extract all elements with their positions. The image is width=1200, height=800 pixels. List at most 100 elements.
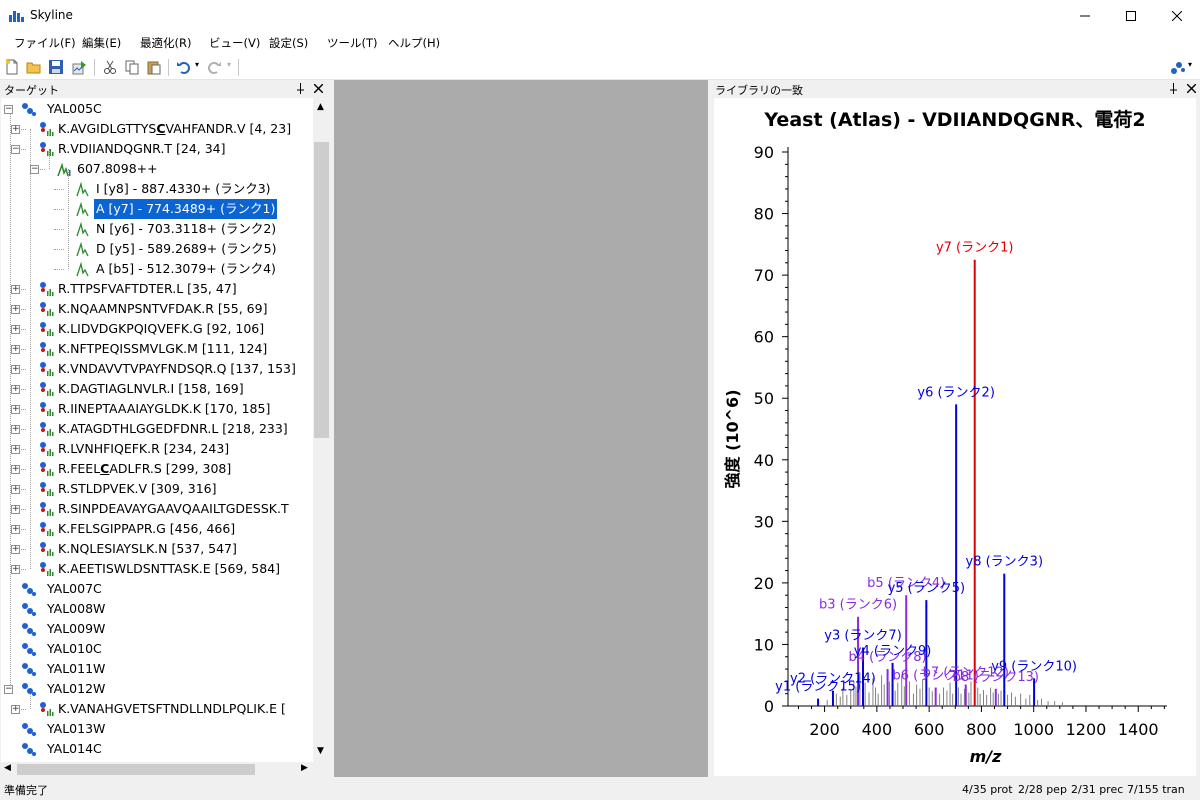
tree-node-label: R.TTPSFVAFTDTER.L [35, 47] xyxy=(56,279,239,299)
scroll-down-icon[interactable]: ▼ xyxy=(317,746,324,756)
open-folder-icon[interactable] xyxy=(26,59,42,75)
menu-settings[interactable]: 設定(S) xyxy=(269,35,308,51)
expand-icon[interactable]: + xyxy=(11,125,20,134)
peak-label: b3 (ランク6) xyxy=(819,598,897,613)
expand-icon[interactable]: + xyxy=(11,365,20,374)
peptide-icon xyxy=(38,301,54,323)
peptide-icon xyxy=(38,361,54,383)
peptide-seq-start: R.LVNHFIQEFK.R [234, 243] xyxy=(58,441,230,456)
menu-refine[interactable]: 最適化(R) xyxy=(140,35,191,51)
save-icon[interactable] xyxy=(48,59,64,75)
tree-connector xyxy=(54,269,64,270)
tree-node-label: YAL005C xyxy=(47,101,102,116)
y-axis-label: 強度 (10^6) xyxy=(723,389,742,488)
minimize-button[interactable] xyxy=(1062,0,1108,31)
y-tick-label: 0 xyxy=(764,697,774,716)
close-panel-icon[interactable] xyxy=(314,84,323,93)
paste-icon[interactable] xyxy=(146,59,162,75)
spectrum-chart-area[interactable]: Yeast (Atlas) - VDIIANDQGNR、電荷2 0 10 20 30 40… xyxy=(714,98,1196,776)
peptide-seq-start: K.AVGIDLGTTYS xyxy=(58,121,157,136)
expand-icon[interactable]: + xyxy=(11,325,20,334)
molecule-mode-icon[interactable] xyxy=(1170,59,1186,75)
empty-dock-area xyxy=(334,80,708,777)
peptide-seq-start: K.LIDVDGKPQIQVEFK.G [92, 106] xyxy=(58,321,265,336)
tree-connector xyxy=(54,209,64,210)
peptide-seq-end: ADLFR.S [299, 308] xyxy=(109,461,232,476)
menu-help[interactable]: ヘルプ(H) xyxy=(388,35,440,51)
tree-node-label: K.ATAGDTHLGGEDFDNR.L [218, 233] xyxy=(56,419,290,439)
expand-icon[interactable]: + xyxy=(11,505,20,514)
import-icon[interactable] xyxy=(72,59,88,75)
collapse-icon[interactable]: − xyxy=(11,145,20,154)
peptide-seq-start: K.NQAAMNPSNTVFDAK.R [55, 69] xyxy=(58,301,268,316)
expand-icon[interactable]: + xyxy=(11,705,20,714)
expand-icon[interactable]: + xyxy=(11,345,20,354)
y-tick-label: 30 xyxy=(754,512,774,531)
transition-icon xyxy=(76,181,92,203)
peptide-icon xyxy=(38,341,54,363)
expand-icon[interactable]: + xyxy=(11,305,20,314)
modified-residue: C xyxy=(156,121,166,136)
expand-icon[interactable]: + xyxy=(11,445,20,454)
peak-label: y6 (ランク2) xyxy=(917,385,995,400)
tree-vertical-scrollbar[interactable]: ▲ ▼ xyxy=(313,98,330,762)
scroll-thumb[interactable] xyxy=(314,142,329,438)
tree-node-label: R.SINPDEAVAYGAAVQAAILTGDESSK.T xyxy=(56,499,291,519)
scroll-left-icon[interactable]: ◀ xyxy=(4,763,11,773)
expand-icon[interactable]: + xyxy=(11,425,20,434)
y-tick-label: 90 xyxy=(754,143,774,162)
status-precursors: 2/31 prec xyxy=(1071,783,1124,796)
peptide-icon xyxy=(38,281,54,303)
expand-icon[interactable]: + xyxy=(11,405,20,414)
expand-icon[interactable]: + xyxy=(11,485,20,494)
scroll-right-icon[interactable]: ▶ xyxy=(301,763,308,773)
protein-icon xyxy=(21,621,37,643)
redo-dropdown-icon[interactable]: ▾ xyxy=(227,60,231,69)
library-panel-header: ライブラリの一致 xyxy=(711,80,1200,97)
tree-node-label: K.NQAAMNPSNTVFDAK.R [55, 69] xyxy=(56,299,269,319)
cut-icon[interactable] xyxy=(102,59,118,75)
copy-icon[interactable] xyxy=(124,59,140,75)
y-tick-label: 20 xyxy=(754,574,774,593)
tree-node-label: K.VANAHGVETSFTNDLLNDLPQLIK.E [ xyxy=(56,699,288,719)
expand-icon[interactable]: + xyxy=(11,545,20,554)
tree-horizontal-scrollbar[interactable]: ◀ ▶ xyxy=(1,762,313,777)
close-panel-icon[interactable] xyxy=(1187,84,1196,93)
menu-tools[interactable]: ツール(T) xyxy=(327,35,378,51)
peptide-seq-start: K.NQLESIAYSLK.N [537, 547] xyxy=(58,541,237,556)
spectrum-chart[interactable]: Yeast (Atlas) - VDIIANDQGNR、電荷2 0 10 20 30 40… xyxy=(714,98,1196,776)
peptide-seq-start: R.FEEL xyxy=(58,461,101,476)
collapse-icon[interactable]: − xyxy=(30,165,39,174)
menu-edit[interactable]: 編集(E) xyxy=(82,35,121,51)
undo-icon[interactable] xyxy=(176,59,192,75)
protein-icon xyxy=(21,641,37,663)
pin-icon[interactable] xyxy=(1169,83,1178,94)
close-icon xyxy=(1172,10,1182,21)
menu-view[interactable]: ビュー(V) xyxy=(209,35,260,51)
collapse-icon[interactable]: − xyxy=(4,105,13,114)
menu-file[interactable]: ファイル(F) xyxy=(14,35,76,51)
menu-bar: ファイル(F) 編集(E) 最適化(R) ビュー(V) 設定(S) ツール(T)… xyxy=(0,31,1200,55)
targets-tree[interactable]: − YAL005C + K.AVGIDLGTTYSCVAHFANDR.V [4, 23… xyxy=(1,98,313,762)
y-tick-label: 70 xyxy=(754,266,774,285)
undo-dropdown-icon[interactable]: ▾ xyxy=(195,60,199,69)
expand-icon[interactable]: + xyxy=(11,385,20,394)
tree-node-label: A [y7] - 774.3489+ (ランク1) xyxy=(92,198,279,220)
expand-icon[interactable]: + xyxy=(11,565,20,574)
transition-icon xyxy=(76,221,92,243)
expand-icon[interactable]: + xyxy=(11,465,20,474)
peptide-icon xyxy=(38,441,54,463)
close-window-button[interactable] xyxy=(1154,0,1200,31)
new-file-icon[interactable] xyxy=(4,59,20,75)
redo-icon[interactable] xyxy=(206,59,222,75)
expand-icon[interactable]: + xyxy=(11,525,20,534)
maximize-button[interactable] xyxy=(1108,0,1154,31)
mode-dropdown-icon[interactable]: ▾ xyxy=(1188,60,1192,69)
hscroll-thumb[interactable] xyxy=(17,764,255,775)
scroll-up-icon[interactable]: ▲ xyxy=(317,102,324,112)
collapse-icon[interactable]: − xyxy=(4,685,13,694)
protein-icon xyxy=(21,601,37,623)
expand-icon[interactable]: + xyxy=(11,285,20,294)
pin-icon[interactable] xyxy=(296,83,305,94)
y-tick-label: 60 xyxy=(754,328,774,347)
